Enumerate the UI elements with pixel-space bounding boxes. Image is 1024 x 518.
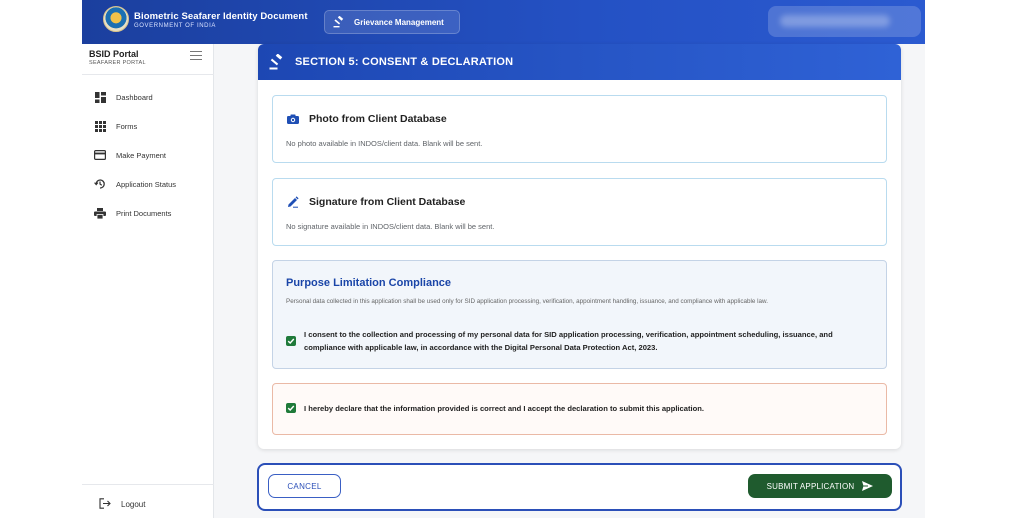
sidebar-divider: [82, 74, 214, 75]
gavel-icon: [333, 16, 344, 28]
declaration-text: I hereby declare that the information pr…: [304, 403, 705, 413]
sidebar-item-forms[interactable]: Forms: [94, 117, 209, 135]
sidebar-item-label: Print Documents: [116, 208, 172, 218]
sidebar-item-label: Make Payment: [116, 150, 167, 160]
consent-text: I consent to the collection and processi…: [304, 330, 833, 352]
sidebar-item-make-payment[interactable]: Make Payment: [94, 146, 209, 164]
camera-icon: [286, 112, 300, 126]
gavel-icon: [269, 54, 283, 70]
sidebar-item-dashboard[interactable]: Dashboard: [94, 88, 209, 106]
user-name-redacted: [780, 15, 890, 27]
printer-icon: [94, 207, 106, 219]
brand-subtitle: GOVERNMENT OF INDIA: [134, 23, 216, 29]
section-header: SECTION 5: CONSENT & DECLARATION: [258, 44, 901, 80]
sidebar: BSID Portal SEAFARER PORTAL Dashboard Fo…: [82, 44, 214, 518]
logout-button[interactable]: Logout: [99, 498, 145, 511]
sidebar-bottom-divider: [82, 484, 214, 485]
signature-panel-text: No signature available in INDOS/client d…: [286, 222, 495, 231]
submit-application-button[interactable]: SUBMIT APPLICATION: [748, 474, 892, 498]
photo-panel-title-text: Photo from Client Database: [309, 113, 447, 125]
credit-card-icon: [94, 149, 106, 161]
portal-title: BSID Portal: [89, 49, 139, 59]
form-action-bar: CANCEL SUBMIT APPLICATION: [257, 463, 902, 511]
logout-label: Logout: [121, 500, 146, 509]
purpose-limitation-panel: Purpose Limitation Compliance Personal d…: [272, 260, 887, 369]
photo-panel-title: Photo from Client Database: [286, 112, 447, 126]
checkmark-icon: [287, 405, 295, 411]
consent-checkbox[interactable]: [286, 336, 296, 346]
brand-title: Biometric Seafarer Identity Document: [134, 11, 308, 22]
section-title: SECTION 5: CONSENT & DECLARATION: [295, 56, 514, 68]
portal-subtitle: SEAFARER PORTAL: [89, 60, 146, 66]
signature-pen-icon: [286, 195, 300, 209]
purpose-limitation-title: Purpose Limitation Compliance: [286, 277, 452, 289]
declaration-panel: I hereby declare that the information pr…: [272, 383, 887, 435]
declaration-checkbox[interactable]: [286, 403, 296, 413]
government-emblem-logo: [103, 6, 129, 32]
signature-panel-title-text: Signature from Client Database: [309, 196, 466, 208]
consent-checkbox-row[interactable]: I consent to the collection and processi…: [286, 328, 876, 354]
sidebar-item-label: Dashboard: [116, 92, 153, 102]
purpose-limitation-body: Personal data collected in this applicat…: [286, 298, 768, 305]
sidebar-item-print-documents[interactable]: Print Documents: [94, 204, 209, 222]
send-icon: [862, 481, 874, 491]
dashboard-icon: [94, 91, 106, 103]
consent-declaration-card: SECTION 5: CONSENT & DECLARATION Photo f…: [258, 44, 901, 449]
app-window: Biometric Seafarer Identity Document GOV…: [82, 0, 925, 518]
photo-panel-text: No photo available in INDOS/client data.…: [286, 139, 483, 148]
photo-panel: Photo from Client Database No photo avai…: [272, 95, 887, 163]
sidebar-item-application-status[interactable]: Application Status: [94, 175, 209, 193]
hamburger-menu-icon[interactable]: [190, 51, 202, 61]
declaration-checkbox-row[interactable]: I hereby declare that the information pr…: [286, 403, 704, 413]
logout-icon: [99, 498, 111, 511]
sidebar-item-label: Application Status: [116, 179, 177, 189]
grievance-management-button[interactable]: Grievance Management: [324, 10, 460, 34]
grid-icon: [94, 120, 106, 132]
checkmark-icon: [287, 338, 295, 344]
user-profile-chip[interactable]: [768, 6, 921, 37]
signature-panel: Signature from Client Database No signat…: [272, 178, 887, 246]
cancel-button[interactable]: CANCEL: [268, 474, 341, 498]
signature-panel-title: Signature from Client Database: [286, 195, 465, 209]
grievance-label: Grievance Management: [354, 17, 444, 27]
history-icon: [94, 178, 106, 190]
sidebar-item-label: Forms: [116, 121, 138, 131]
top-header: Biometric Seafarer Identity Document GOV…: [82, 0, 925, 44]
submit-label: SUBMIT APPLICATION: [766, 481, 855, 491]
